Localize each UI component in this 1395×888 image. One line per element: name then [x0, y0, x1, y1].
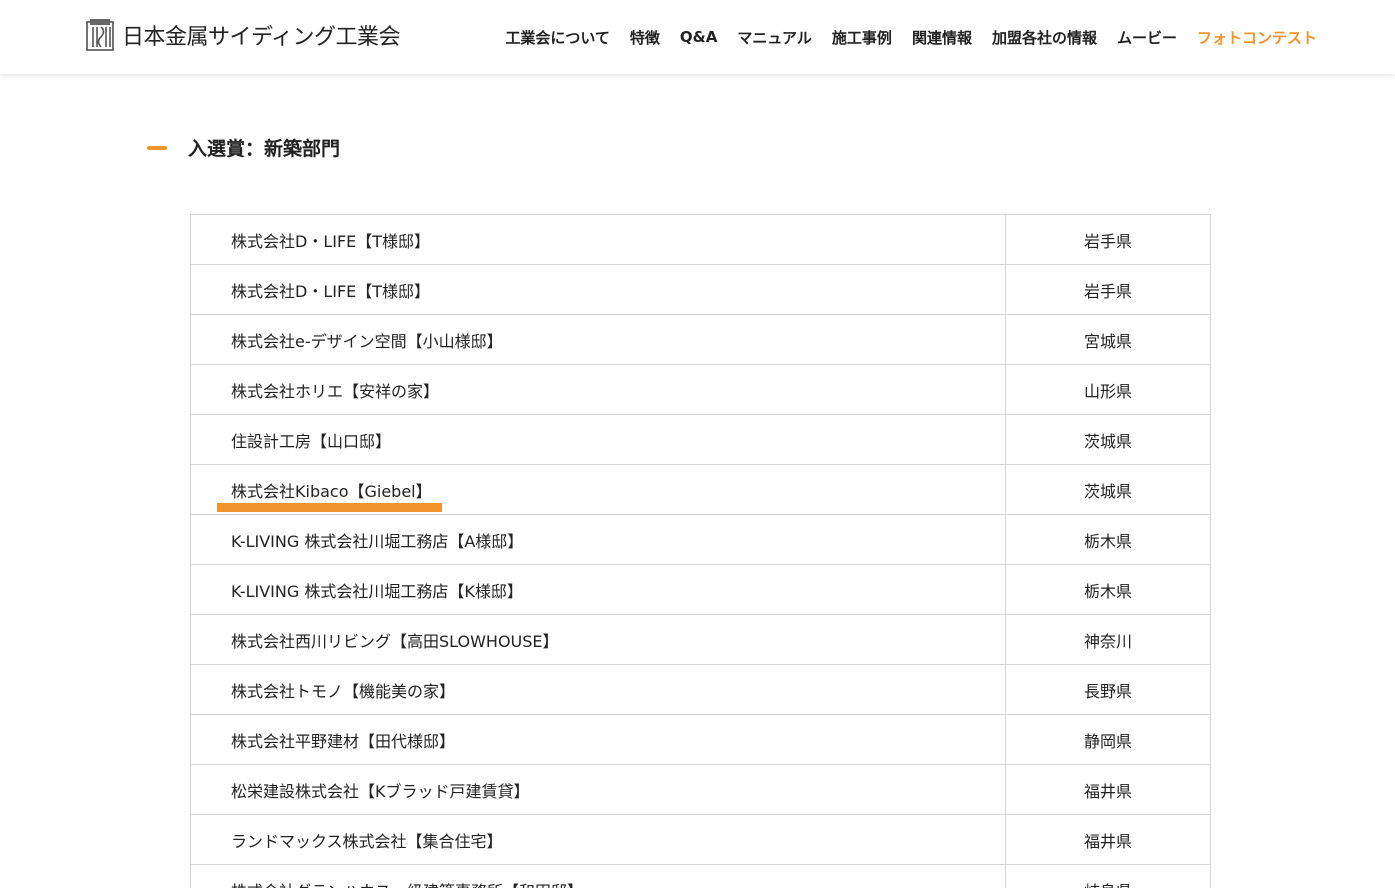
entry-name: 株式会社D・LIFE【T様邸】	[231, 231, 431, 251]
logo-text: 日本金属サイディング工業会	[122, 25, 400, 50]
logo-icon	[86, 19, 114, 51]
nav-item-qa[interactable]: Q&A	[680, 28, 717, 46]
entry-name-cell: 住設計工房【山口邸】	[190, 414, 1006, 465]
entry-name-cell: ランドマックス株式会社【集合住宅】	[190, 814, 1006, 865]
entry-name-cell: 株式会社e-デザイン空間【小山様邸】	[190, 314, 1006, 365]
entry-name-cell: 株式会社D・LIFE【T様邸】	[190, 214, 1006, 265]
page-title: 入選賞：新築部門	[188, 138, 341, 160]
table-row: 株式会社Kibaco【Giebel】 茨城県	[190, 464, 1211, 515]
nav-item-features[interactable]: 特徴	[630, 27, 660, 48]
entry-name: K-LIVING 株式会社川堀工務店【K様邸】	[231, 581, 523, 601]
table-row: 松栄建設株式会社【Kブラッド戸建賃貸】 福井県	[190, 764, 1211, 815]
table-row: 株式会社D・LIFE【T様邸】 岩手県	[190, 214, 1211, 265]
entry-prefecture: 岩手県	[1005, 264, 1211, 315]
entry-name-cell: 株式会社西川リビング【高田SLOWHOUSE】	[190, 614, 1006, 665]
entry-prefecture: 茨城県	[1005, 414, 1211, 465]
nav-item-members[interactable]: 加盟各社の情報	[992, 27, 1097, 48]
entry-name-cell: 株式会社Kibaco【Giebel】	[190, 464, 1006, 515]
site-logo[interactable]: 日本金属サイディング工業会	[86, 18, 400, 52]
entry-name: 株式会社グランハウス一級建築事務所【和田邸】	[231, 882, 583, 888]
table-row: 株式会社トモノ【機能美の家】 長野県	[190, 664, 1211, 715]
entry-prefecture: 茨城県	[1005, 464, 1211, 515]
nav-item-related[interactable]: 関連情報	[912, 27, 972, 48]
table-row: 株式会社グランハウス一級建築事務所【和田邸】 岐阜県	[190, 864, 1211, 888]
entry-prefecture: 岩手県	[1005, 214, 1211, 265]
table-row: 株式会社ホリエ【安祥の家】 山形県	[190, 364, 1211, 415]
site-header: 日本金属サイディング工業会 工業会について 特徴 Q&A マニュアル 施工事例 …	[0, 0, 1395, 74]
main-nav: 工業会について 特徴 Q&A マニュアル 施工事例 関連情報 加盟各社の情報 ム…	[485, 0, 1317, 74]
entry-name: 松栄建設株式会社【Kブラッド戸建賃貸】	[231, 781, 530, 801]
entry-prefecture: 岐阜県	[1005, 864, 1211, 888]
award-table-body: 株式会社D・LIFE【T様邸】 岩手県 株式会社D・LIFE【T様邸】 岩手県 株式会社…	[190, 214, 1211, 888]
table-row: ランドマックス株式会社【集合住宅】 福井県	[190, 814, 1211, 865]
table-row: K-LIVING 株式会社川堀工務店【A様邸】 栃木県	[190, 514, 1211, 565]
entry-name: 株式会社D・LIFE【T様邸】	[231, 281, 431, 301]
entry-prefecture: 栃木県	[1005, 564, 1211, 615]
nav-item-photo-contest[interactable]: フォトコンテスト	[1197, 27, 1317, 48]
entry-prefecture: 栃木県	[1005, 514, 1211, 565]
section-heading: 入選賞：新築部門	[147, 134, 340, 161]
entry-name: K-LIVING 株式会社川堀工務店【A様邸】	[231, 531, 524, 551]
entry-name-cell: 株式会社トモノ【機能美の家】	[190, 664, 1006, 715]
entry-prefecture: 長野県	[1005, 664, 1211, 715]
table-row: 株式会社e-デザイン空間【小山様邸】 宮城県	[190, 314, 1211, 365]
highlight-underline	[217, 503, 442, 512]
entry-prefecture: 静岡県	[1005, 714, 1211, 765]
entry-name-cell: K-LIVING 株式会社川堀工務店【K様邸】	[190, 564, 1006, 615]
table-row: 住設計工房【山口邸】 茨城県	[190, 414, 1211, 465]
entry-prefecture: 福井県	[1005, 764, 1211, 815]
table-row: 株式会社西川リビング【高田SLOWHOUSE】 神奈川	[190, 614, 1211, 665]
entry-name: 株式会社西川リビング【高田SLOWHOUSE】	[231, 631, 559, 651]
nav-item-about[interactable]: 工業会について	[505, 27, 610, 48]
entry-name-cell: K-LIVING 株式会社川堀工務店【A様邸】	[190, 514, 1006, 565]
nav-item-movie[interactable]: ムービー	[1117, 27, 1177, 48]
table-row: 株式会社平野建材【田代様邸】 静岡県	[190, 714, 1211, 765]
entry-prefecture: 神奈川	[1005, 614, 1211, 665]
entry-name-cell: 株式会社ホリエ【安祥の家】	[190, 364, 1006, 415]
entry-name: 住設計工房【山口邸】	[231, 431, 392, 451]
entry-prefecture: 宮城県	[1005, 314, 1211, 365]
entry-name-cell: 株式会社D・LIFE【T様邸】	[190, 264, 1006, 315]
entry-name: 株式会社Kibaco【Giebel】	[231, 481, 432, 501]
entry-name: 株式会社ホリエ【安祥の家】	[231, 381, 440, 401]
heading-dash	[147, 145, 167, 150]
nav-item-cases[interactable]: 施工事例	[832, 27, 892, 48]
entry-prefecture: 山形県	[1005, 364, 1211, 415]
award-table: 株式会社D・LIFE【T様邸】 岩手県 株式会社D・LIFE【T様邸】 岩手県 株式会社…	[190, 214, 1211, 888]
nav-item-manual[interactable]: マニュアル	[737, 27, 812, 48]
entry-name-cell: 松栄建設株式会社【Kブラッド戸建賃貸】	[190, 764, 1006, 815]
entry-prefecture: 福井県	[1005, 814, 1211, 865]
entry-name: 株式会社e-デザイン空間【小山様邸】	[231, 331, 503, 351]
entry-name-cell: 株式会社平野建材【田代様邸】	[190, 714, 1006, 765]
entry-name: 株式会社平野建材【田代様邸】	[231, 731, 456, 751]
entry-name: 株式会社トモノ【機能美の家】	[231, 681, 456, 701]
entry-name-cell: 株式会社グランハウス一級建築事務所【和田邸】	[190, 864, 1006, 888]
table-row: 株式会社D・LIFE【T様邸】 岩手県	[190, 264, 1211, 315]
entry-name: ランドマックス株式会社【集合住宅】	[231, 831, 503, 851]
table-row: K-LIVING 株式会社川堀工務店【K様邸】 栃木県	[190, 564, 1211, 615]
